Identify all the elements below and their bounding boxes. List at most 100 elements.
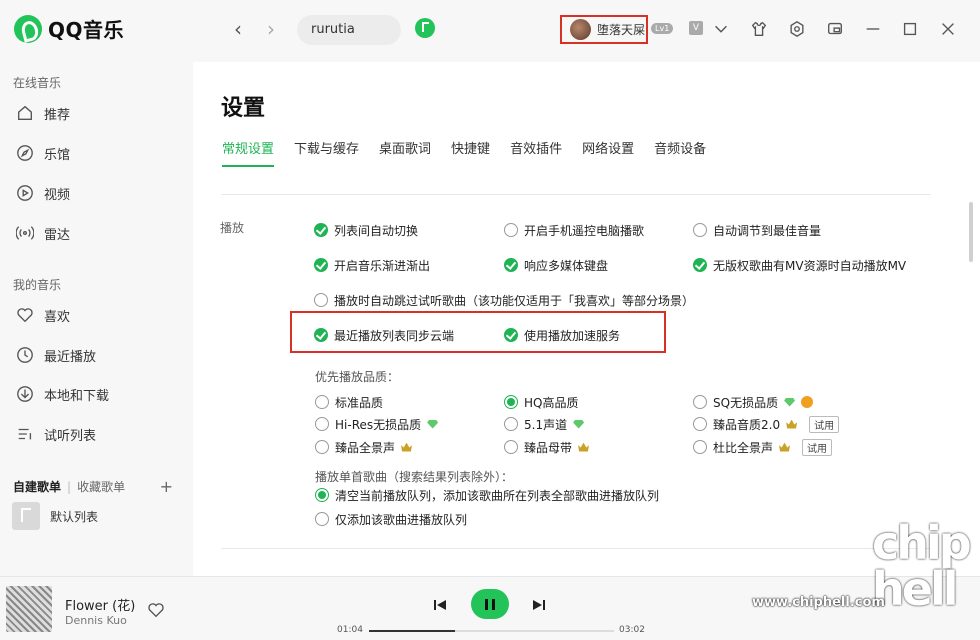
tab-audio-device[interactable]: 音频设备 [654,138,706,167]
chiphell-watermark-logo: chip hell [872,516,972,616]
radio-on-icon [504,395,518,409]
sidebar-item-recent[interactable]: 最近播放 [16,343,96,367]
checkbox-skip-trial[interactable]: 播放时自动跳过试听歌曲（该功能仅适用于「我喜欢」等部分场景） [314,291,694,309]
radio-dolby-atmos[interactable]: 杜比全景声 试用 [693,438,833,456]
option-label: 开启手机遥控电脑播歌 [524,223,645,238]
sidebar-item-favorites[interactable]: 喜欢 [16,303,70,327]
radio-off-icon [315,417,329,431]
option-label: 臻品全景声 [335,440,396,455]
checkbox-auto-play-mv[interactable]: 无版权歌曲有MV资源时自动播放MV [693,256,906,274]
sidebar-item-radar[interactable]: 雷达 [16,221,70,245]
music-recognition-icon[interactable] [415,18,435,38]
playlist-cover-icon [12,502,40,530]
radio-sq-quality[interactable]: SQ无损品质 [693,393,814,411]
option-label: 仅添加该歌曲进播放队列 [335,512,468,527]
crown-icon [401,442,413,452]
sidebar-item-trial-list[interactable]: 试听列表 [16,422,96,446]
app-logo[interactable]: QQ音乐 [14,14,124,43]
radio-hq-quality[interactable]: HQ高品质 [504,393,578,411]
tab-collected-playlists[interactable]: 收藏歌单 [77,478,125,495]
tab-general[interactable]: 常规设置 [222,138,275,167]
level-badge: Lv1 [651,23,674,34]
checkbox-media-keyboard[interactable]: 响应多媒体键盘 [504,256,608,274]
section-label-play: 播放 [220,221,245,235]
trial-button[interactable]: 试用 [809,415,840,433]
divider [221,548,931,549]
option-label: 开启音乐渐进渐出 [334,258,431,273]
list-icon [16,425,34,443]
skin-icon[interactable] [749,19,769,39]
option-label: 使用播放加速服务 [524,328,621,343]
qq-music-logo-icon [14,14,42,43]
radar-icon [16,224,34,242]
radio-off-icon [693,395,707,409]
trial-button[interactable]: 试用 [802,438,833,456]
tab-download-cache[interactable]: 下载与缓存 [294,138,359,167]
checkbox-fade-in-out[interactable]: 开启音乐渐进渐出 [314,256,430,274]
sidebar-item-video[interactable]: 视频 [16,181,70,205]
checked-icon [314,223,328,237]
song-artist[interactable]: Dennis Kuo [65,614,127,627]
home-icon [16,104,34,122]
pause-button[interactable] [471,589,509,619]
forward-arrow-icon[interactable]: › [260,18,282,40]
unchecked-icon [504,223,518,237]
mini-mode-icon[interactable] [825,19,845,39]
clock-icon [16,346,34,364]
checkbox-auto-switch-list[interactable]: 列表间自动切换 [314,221,418,239]
radio-standard-quality[interactable]: 标准品质 [315,393,383,411]
search-input[interactable]: rurutia [297,15,401,45]
scrollbar[interactable] [969,202,973,262]
checked-icon [504,258,518,272]
sidebar-item-recommend[interactable]: 推荐 [16,101,70,125]
close-icon[interactable] [938,19,958,39]
user-profile[interactable]: 堕落天屎 [560,15,648,44]
radio-add-song-only[interactable]: 仅添加该歌曲进播放队列 [315,510,467,528]
checkbox-auto-volume[interactable]: 自动调节到最佳音量 [693,221,821,239]
radio-hires-quality[interactable]: Hi-Res无损品质 [315,415,439,433]
radio-premium-master[interactable]: 臻品母带 [504,438,590,456]
total-time: 03:02 [619,625,645,635]
app-name: QQ音乐 [48,18,125,42]
sidebar-item-local-download[interactable]: 本地和下载 [16,382,109,406]
next-track-icon[interactable] [531,597,547,613]
minimize-icon[interactable] [863,19,883,39]
option-label: 臻品音质2.0 [713,417,781,432]
checkbox-phone-remote[interactable]: 开启手机遥控电脑播歌 [504,221,644,239]
radio-replace-queue[interactable]: 清空当前播放队列，添加该歌曲所在列表全部歌曲进播放队列 [315,486,659,504]
tab-created-playlists[interactable]: 自建歌单 [13,478,61,495]
sidebar-item-label: 雷达 [44,227,71,243]
username: 堕落天屎 [597,23,646,37]
progress-bar[interactable] [369,630,614,632]
sidebar-item-music-hall[interactable]: 乐馆 [16,141,70,165]
checkbox-sync-recent[interactable]: 最近播放列表同步云端 [314,326,454,344]
checkbox-play-acceleration[interactable]: 使用播放加速服务 [504,326,620,344]
settings-tabs: 常规设置 下载与缓存 桌面歌词 快捷键 音效插件 网络设置 音频设备 [222,138,706,167]
option-label: HQ高品质 [524,395,579,410]
unchecked-icon [693,223,707,237]
page-title: 设置 [221,96,266,121]
tab-desktop-lyrics[interactable]: 桌面歌词 [379,138,431,167]
radio-51-channel[interactable]: 5.1声道 [504,415,585,433]
chevron-down-icon[interactable] [711,19,731,39]
settings-gear-icon[interactable] [787,19,807,39]
diamond-icon [427,419,439,429]
previous-track-icon[interactable] [432,597,448,613]
tab-audio-plugins[interactable]: 音效插件 [510,138,562,167]
diamond-icon [784,397,796,407]
radio-premium-quality-2[interactable]: 臻品音质2.0 试用 [693,415,840,433]
sidebar-item-label: 本地和下载 [44,388,110,404]
song-title[interactable]: Flower (花) [65,595,135,614]
checked-icon [314,258,328,272]
radio-premium-atmos[interactable]: 臻品全景声 [315,438,413,456]
add-playlist-icon[interactable]: + [160,477,173,496]
option-label: 5.1声道 [524,417,568,432]
album-cover[interactable] [6,586,52,632]
playlist-item-default[interactable]: 默认列表 [12,502,98,530]
like-heart-icon[interactable] [147,601,165,619]
back-arrow-icon[interactable]: ‹ [227,18,249,40]
settings-panel: 设置 常规设置 下载与缓存 桌面歌词 快捷键 音效插件 网络设置 音频设备 播放… [193,62,980,576]
maximize-icon[interactable] [900,19,920,39]
tab-network[interactable]: 网络设置 [582,138,634,167]
tab-shortcuts[interactable]: 快捷键 [451,138,490,167]
